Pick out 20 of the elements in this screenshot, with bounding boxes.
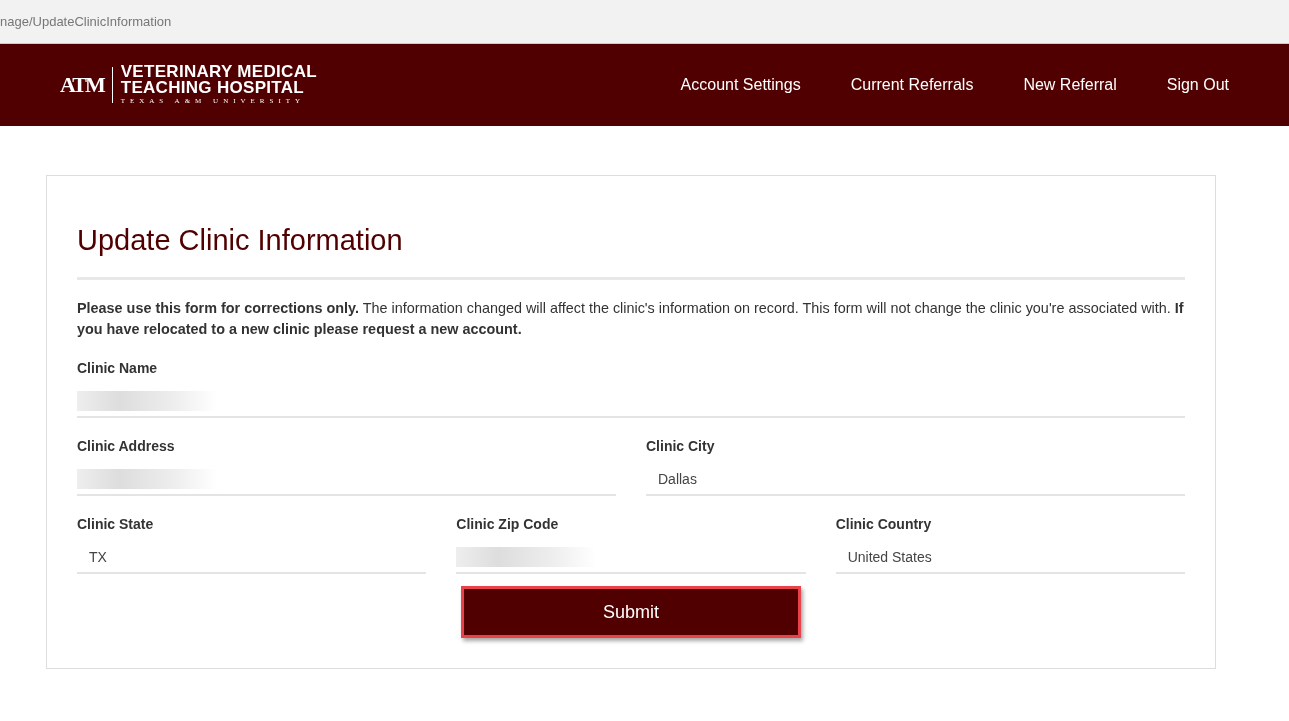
field-label: Clinic Zip Code xyxy=(456,516,560,532)
logo-monogram: ATM xyxy=(60,67,113,103)
field-label: Clinic Country xyxy=(835,516,933,532)
field-label: Clinic City xyxy=(646,438,716,454)
nav-link[interactable]: Current Referrals xyxy=(850,76,974,94)
logo-text: TEACHING HOSPITAL xyxy=(120,80,305,96)
field-label: Clinic State xyxy=(77,516,155,532)
submit-button[interactable]: Submit xyxy=(461,586,801,638)
input-field[interactable]: Dallas xyxy=(646,464,1185,496)
input-field[interactable]: United States xyxy=(835,542,1185,574)
nav-link[interactable]: New Referral xyxy=(1023,76,1117,94)
field-label: Clinic Name xyxy=(77,360,159,376)
nav-link[interactable]: Sign Out xyxy=(1166,76,1229,94)
url-text[interactable]: nage/UpdateClinicInformation xyxy=(0,14,172,29)
intro-text: Please use this form for corrections only. The information changed will affect the clinic's information on record. This form will not change the clinic you're associated with. If you have relocated to a new clinic please request a new account. xyxy=(77,299,1185,339)
input-field[interactable]: TX xyxy=(77,542,427,574)
field-label: Clinic Address xyxy=(77,438,176,454)
page-title: Update Clinic Information xyxy=(77,224,1185,280)
logo-text: VETERINARY MEDICAL xyxy=(120,64,317,80)
nav-link[interactable]: Account Settings xyxy=(680,76,801,94)
